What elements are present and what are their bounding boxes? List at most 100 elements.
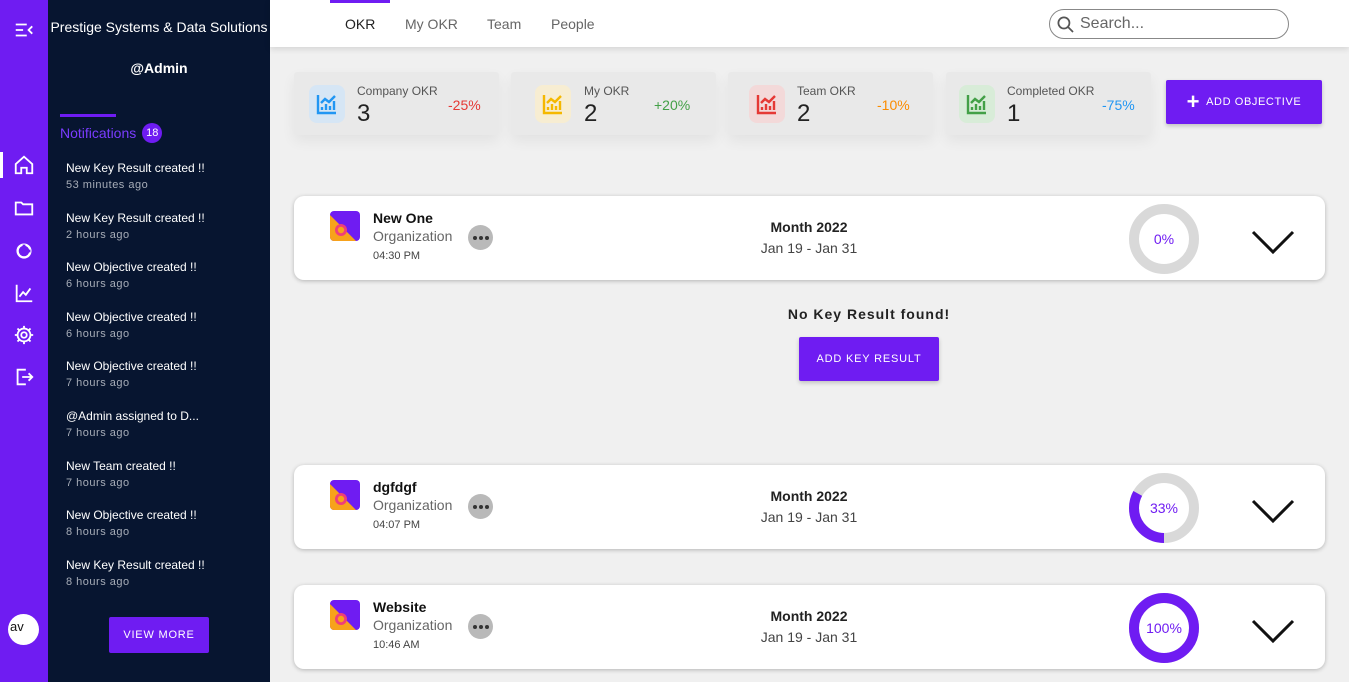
view-more-button[interactable]: VIEW MORE (109, 617, 209, 653)
stat-value: 2 (797, 100, 811, 127)
notification-item[interactable]: New Team created !! 7 hours ago (66, 458, 262, 508)
more-options-icon[interactable] (468, 225, 493, 250)
progress-percent: 0% (1153, 231, 1175, 247)
trend-chart-icon (535, 85, 571, 123)
progress-percent: 33% (1149, 500, 1179, 516)
pie-chart-icon[interactable] (0, 234, 48, 268)
stat-change: -75% (1102, 97, 1135, 113)
stat-value: 1 (1007, 100, 1021, 127)
stat-value: 2 (584, 100, 598, 127)
org-logo-icon (330, 480, 360, 510)
objective-card[interactable]: dgfdgf Organization 04:07 PM Month 2022 … (294, 465, 1325, 549)
objective-period: Month 2022 (770, 219, 848, 235)
notification-item[interactable]: @Admin assigned to D... 7 hours ago (66, 408, 262, 458)
notification-item[interactable]: New Key Result created !! 2 hours ago (66, 210, 262, 260)
current-user: @Admin (130, 60, 188, 76)
menu-collapse-icon[interactable] (0, 13, 48, 47)
objective-time: 04:30 PM (373, 250, 421, 262)
objective-dates: Jan 19 - Jan 31 (760, 240, 858, 256)
add-objective-label: ADD OBJECTIVE (1206, 96, 1302, 108)
trend-chart-icon (749, 85, 785, 123)
org-name: Prestige Systems & Data Solutions (50, 19, 268, 35)
chevron-down-icon[interactable] (1251, 498, 1295, 524)
more-options-icon[interactable] (468, 494, 493, 519)
stat-change: +20% (654, 97, 691, 113)
notification-text: New Objective created !! (66, 260, 197, 275)
tab-okr[interactable]: OKR (345, 0, 375, 47)
notification-text: New Objective created !! (66, 359, 197, 374)
chart-icon[interactable] (0, 276, 48, 310)
folder-icon[interactable] (0, 191, 48, 225)
objective-period: Month 2022 (770, 488, 848, 504)
notification-time: 8 hours ago (66, 575, 130, 588)
stat-change: -10% (877, 97, 910, 113)
stat-label: Completed OKR (1007, 84, 1095, 98)
logout-icon[interactable] (0, 360, 48, 394)
progress-percent: 100% (1146, 620, 1182, 636)
chevron-down-icon[interactable] (1251, 618, 1295, 644)
stat-card-team-okr: Team OKR 2 -10% (728, 72, 933, 135)
objective-period: Month 2022 (770, 608, 848, 624)
notification-time: 53 minutes ago (66, 179, 149, 191)
tab-team[interactable]: Team (487, 0, 521, 47)
notification-text: New Key Result created !! (66, 557, 205, 572)
notification-text: New Objective created !! (66, 309, 197, 324)
notification-item[interactable]: New Objective created !! 6 hours ago (66, 259, 262, 309)
notification-text: New Objective created !! (66, 508, 197, 523)
chevron-down-icon[interactable] (1251, 229, 1295, 255)
settings-icon[interactable] (0, 318, 48, 352)
notification-item[interactable]: New Objective created !! 6 hours ago (66, 309, 262, 359)
notification-text: New Key Result created !! (66, 161, 205, 175)
notification-text: New Team created !! (66, 458, 176, 473)
objective-name: Website (373, 599, 427, 615)
org-logo-icon (330, 211, 360, 241)
notification-text: New Key Result created !! (66, 210, 205, 225)
stat-card-my-okr: My OKR 2 +20% (511, 72, 716, 135)
empty-key-result-message: No Key Result found! (787, 306, 951, 322)
tab-my-okr[interactable]: My OKR (405, 0, 458, 47)
stat-change: -25% (448, 97, 481, 113)
notifications-tab-indicator (60, 114, 116, 117)
objective-card[interactable]: Website Organization 10:46 AM Month 2022… (294, 585, 1325, 669)
notifications-sidebar: Prestige Systems & Data Solutions @Admin… (48, 0, 270, 682)
trend-chart-icon (309, 85, 345, 123)
add-objective-button[interactable]: + ADD OBJECTIVE (1166, 80, 1322, 124)
objective-name: dgfdgf (373, 479, 417, 495)
notification-item[interactable]: New Objective created !! 7 hours ago (66, 358, 262, 408)
tab-people[interactable]: People (551, 0, 595, 47)
stat-card-company-okr: Company OKR 3 -25% (294, 72, 499, 135)
plus-icon: + (1186, 89, 1201, 114)
search-icon (1057, 16, 1074, 33)
objective-name: New One (373, 210, 433, 226)
more-options-icon[interactable] (468, 614, 493, 639)
notifications-count-badge: 18 (142, 123, 163, 143)
notifications-label: Notifications (60, 125, 137, 141)
add-key-result-button[interactable]: ADD KEY RESULT (799, 337, 939, 381)
objective-type: Organization (373, 228, 453, 244)
objective-card[interactable]: New One Organization 04:30 PM Month 2022… (294, 196, 1325, 280)
stat-label: Company OKR (357, 84, 438, 98)
notification-time: 7 hours ago (66, 377, 130, 390)
notification-time: 7 hours ago (66, 426, 130, 439)
notification-list: New Key Result created !! 53 minutes ago … (66, 160, 262, 606)
notification-time: 2 hours ago (66, 228, 130, 241)
top-bar: OKR My OKR Team People (270, 0, 1349, 47)
notification-time: 8 hours ago (66, 526, 130, 539)
stat-value: 3 (357, 100, 371, 127)
notifications-tab[interactable]: Notifications 18 (60, 123, 163, 143)
stat-label: My OKR (584, 84, 630, 98)
home-icon[interactable] (0, 148, 48, 182)
objective-type: Organization (373, 617, 453, 633)
icon-rail: av (0, 0, 48, 682)
stat-label: Team OKR (797, 84, 856, 98)
org-logo-icon (330, 600, 360, 630)
notification-item[interactable]: New Objective created !! 8 hours ago (66, 507, 262, 557)
notification-time: 6 hours ago (66, 327, 130, 340)
avatar[interactable]: av (8, 614, 39, 645)
notification-item[interactable]: New Key Result created !! 8 hours ago (66, 557, 262, 607)
search-box (1049, 9, 1289, 39)
search-input[interactable] (1080, 13, 1280, 35)
stat-card-completed-okr: Completed OKR 1 -75% (946, 72, 1151, 135)
objective-time: 04:07 PM (373, 519, 421, 531)
notification-item[interactable]: New Key Result created !! 53 minutes ago (66, 160, 262, 210)
